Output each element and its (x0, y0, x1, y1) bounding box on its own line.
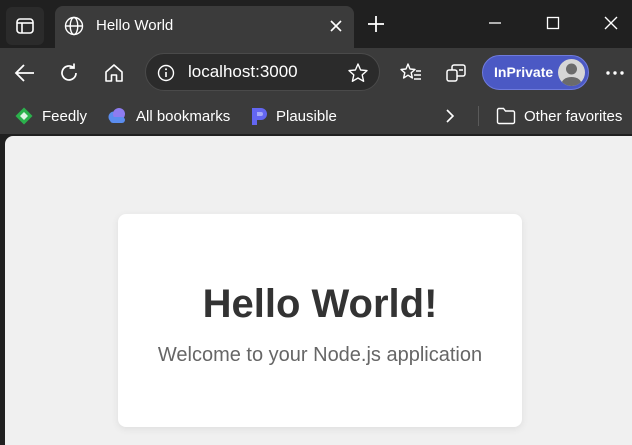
back-button[interactable] (11, 59, 39, 87)
person-icon (561, 63, 582, 86)
collections-icon (446, 64, 466, 82)
favorite-plausible-label: Plausible (276, 107, 337, 125)
feedly-icon (15, 107, 33, 125)
maximize-button[interactable] (530, 10, 576, 36)
refresh-icon (61, 63, 77, 81)
favorites-list-icon (400, 63, 421, 80)
avatar (558, 59, 585, 86)
tab-strip: Hello World (0, 0, 632, 48)
more-options-button[interactable] (601, 59, 629, 87)
tab-actions-button[interactable] (6, 7, 44, 45)
favorites-button[interactable] (397, 59, 425, 87)
tab-hello-world[interactable]: Hello World (55, 6, 354, 48)
favorite-plausible[interactable]: Plausible (250, 106, 337, 126)
home-button[interactable] (100, 59, 128, 87)
favorite-all-bookmarks[interactable]: All bookmarks (106, 106, 230, 126)
favorites-bar: Feedly All bookmarks Plausible Other fav… (0, 98, 632, 134)
minimize-button[interactable] (472, 10, 518, 36)
tab-actions-icon (16, 18, 34, 34)
welcome-card: Hello World! Welcome to your Node.js app… (118, 214, 522, 427)
other-favorites-folder[interactable]: Other favorites (496, 106, 622, 126)
home-icon (105, 64, 123, 82)
collections-button[interactable] (442, 59, 470, 87)
favorite-all-bookmarks-label: All bookmarks (136, 107, 231, 125)
address-bar[interactable]: localhost:3000 (145, 53, 380, 91)
star-icon[interactable] (347, 62, 369, 84)
browser-window: Hello World localhost:3000 InPrivate Fee… (0, 0, 632, 445)
inprivate-label: InPrivate (494, 64, 554, 80)
page-heading: Hello World! (202, 282, 438, 326)
window-close-icon (604, 16, 618, 30)
cloud-icon (108, 108, 125, 123)
globe-icon (64, 16, 84, 36)
more-dots-icon (606, 71, 624, 75)
chevron-right-icon[interactable] (441, 107, 459, 125)
plausible-icon (252, 108, 267, 125)
other-favorites-label: Other favorites (524, 107, 623, 125)
close-icon[interactable] (328, 18, 344, 34)
new-tab-plus-icon[interactable] (366, 14, 386, 34)
page-subtitle: Welcome to your Node.js application (157, 344, 483, 366)
inprivate-profile-button[interactable]: InPrivate (482, 55, 589, 90)
page-viewport: Hello World! Welcome to your Node.js app… (5, 136, 632, 445)
favorites-divider (478, 106, 479, 126)
minimize-icon (489, 22, 501, 24)
back-arrow-icon (14, 64, 34, 82)
url-text[interactable]: localhost:3000 (188, 62, 298, 82)
info-icon[interactable] (157, 64, 175, 82)
favorite-feedly-label: Feedly (42, 107, 88, 125)
tab-title: Hello World (96, 17, 174, 34)
navigation-toolbar: localhost:3000 InPrivate (0, 48, 632, 98)
window-close-button[interactable] (588, 10, 632, 36)
folder-icon (496, 107, 516, 125)
maximize-icon (546, 16, 560, 30)
refresh-button[interactable] (55, 59, 83, 87)
favorite-feedly[interactable]: Feedly (14, 106, 87, 126)
